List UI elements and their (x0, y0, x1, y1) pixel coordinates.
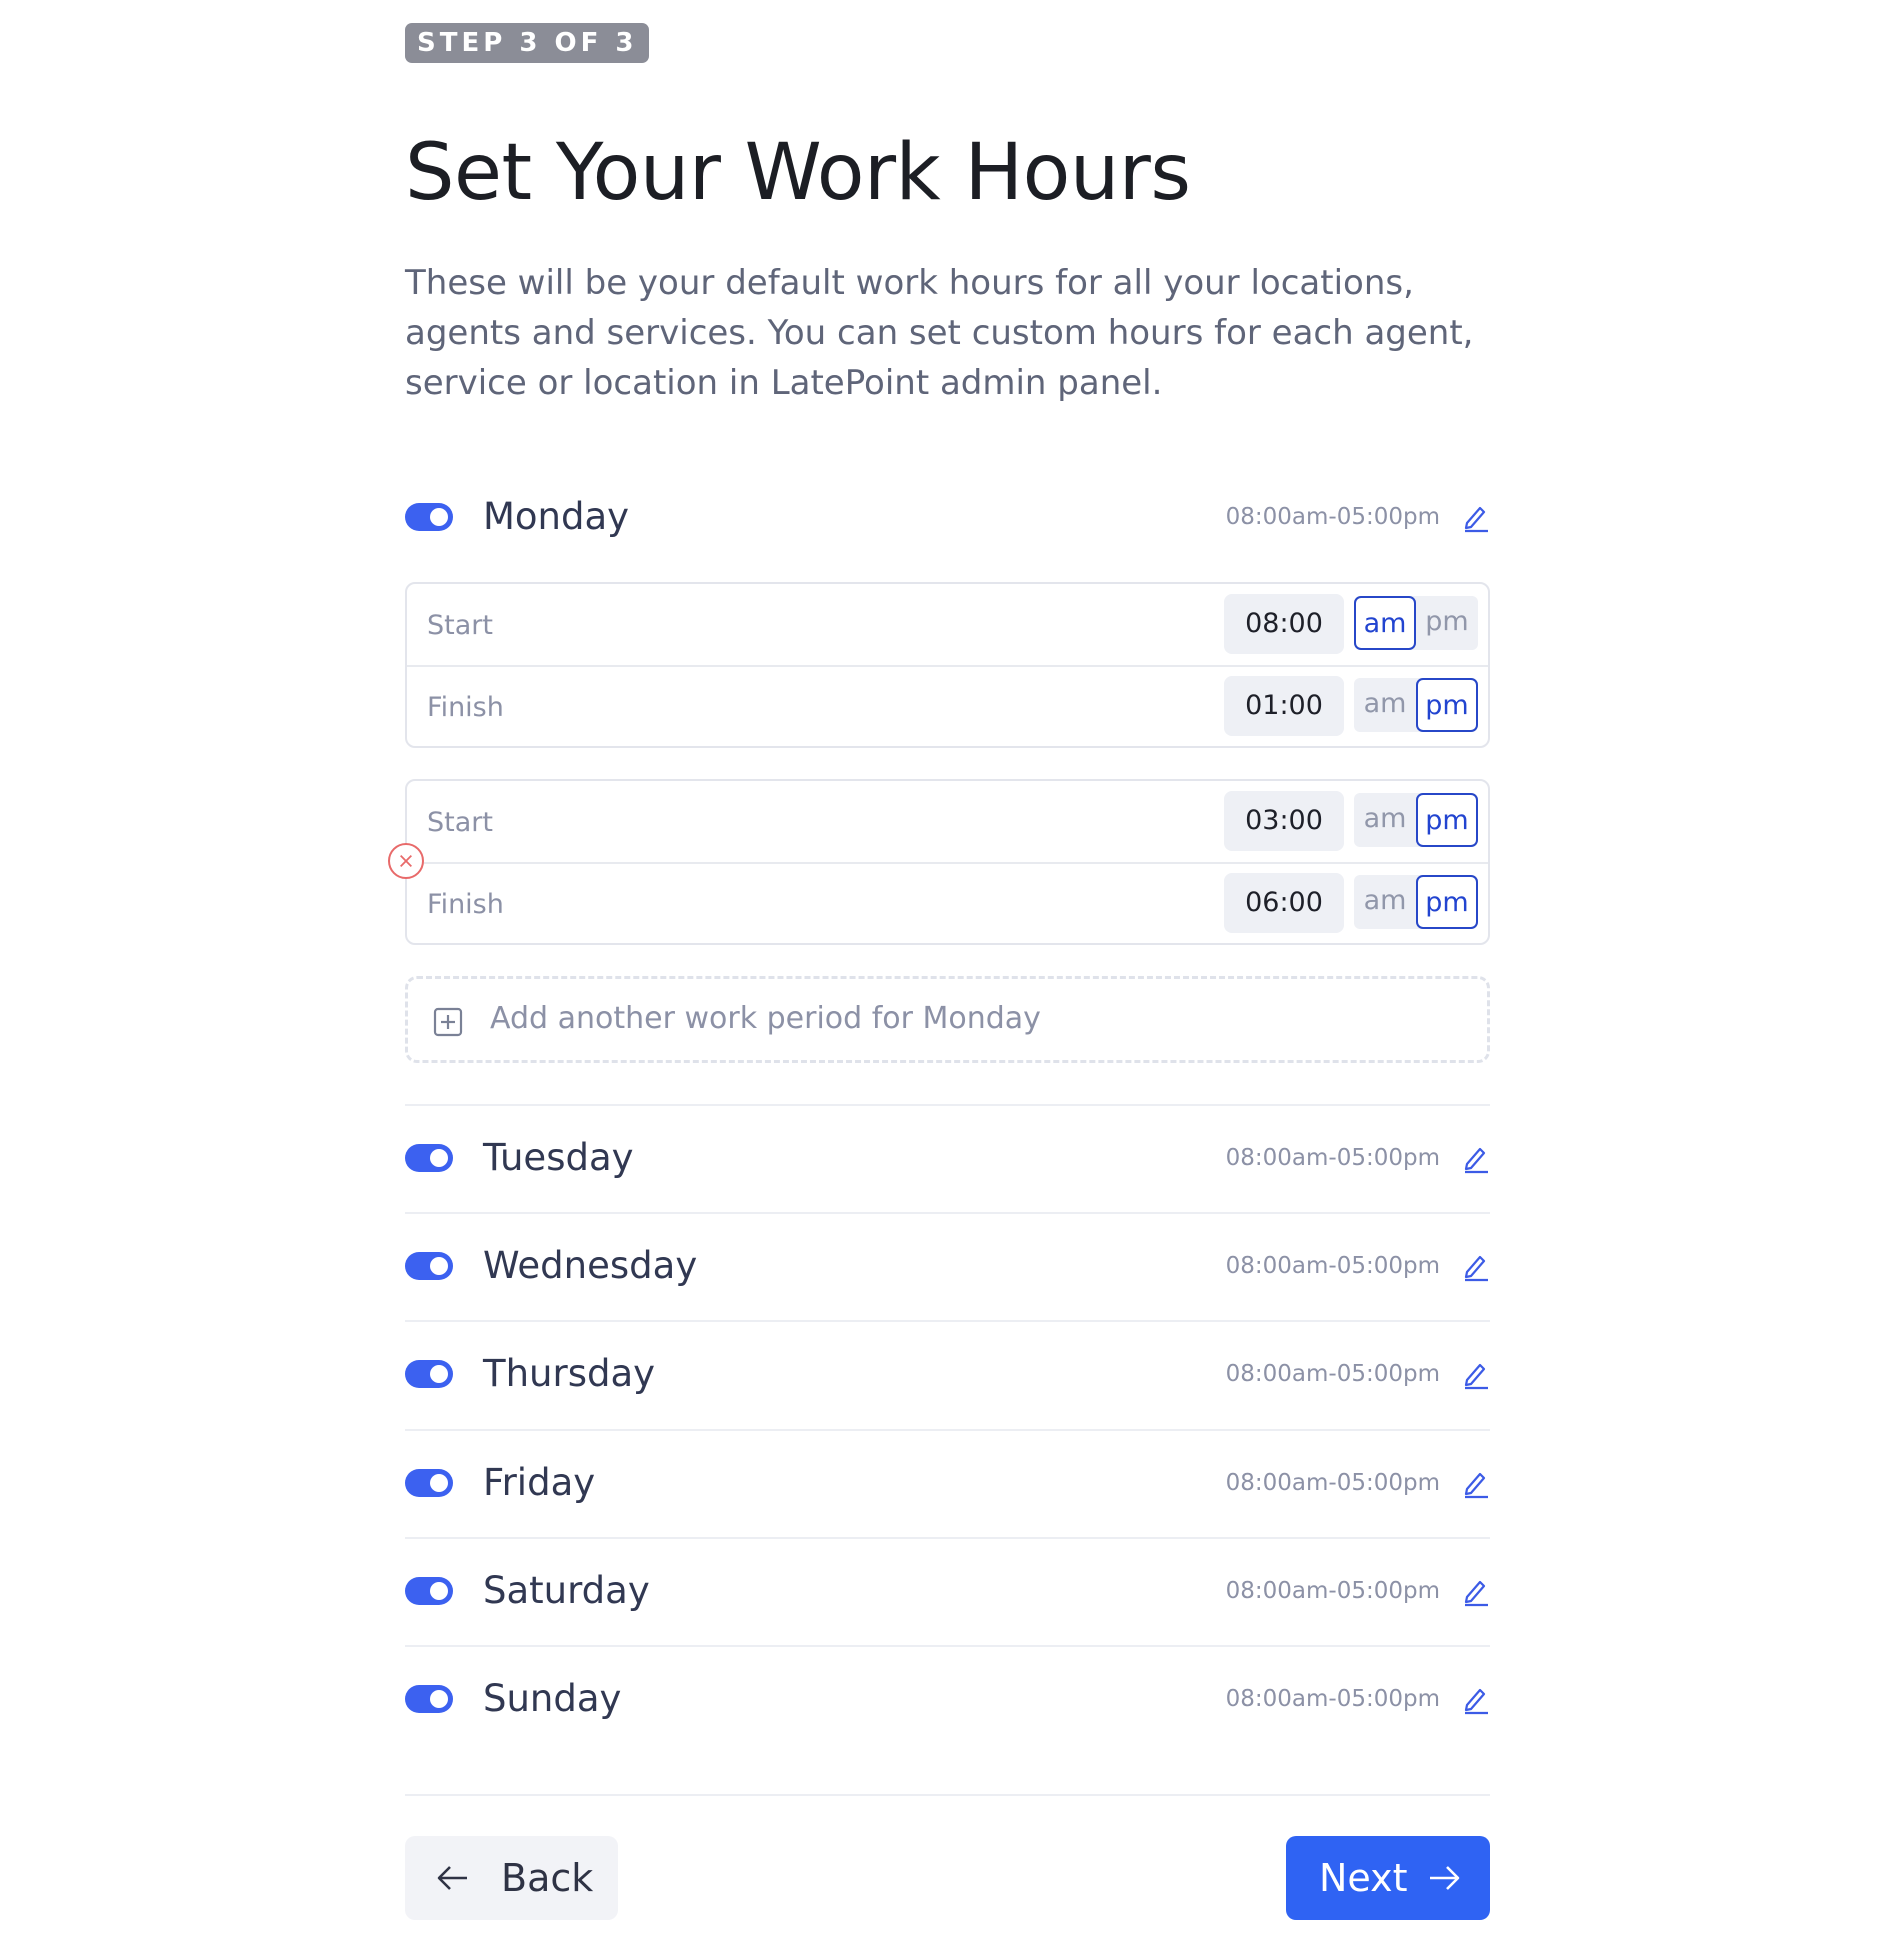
am-option[interactable]: am (1354, 793, 1416, 847)
day-hours-monday: 08:00am-05:00pm (1225, 504, 1440, 530)
toggle-knob (430, 1474, 448, 1492)
page-title: Set Your Work Hours (405, 128, 1191, 218)
next-label: Next (1319, 1856, 1408, 1900)
day-name-wednesday: Wednesday (483, 1244, 698, 1287)
day-hours-thursday: 08:00am-05:00pm (1225, 1361, 1440, 1387)
finish-time-input[interactable]: 06:00 (1224, 873, 1344, 933)
page-description: These will be your default work hours fo… (405, 263, 1474, 403)
start-label: Start (427, 610, 493, 641)
finish-time-input[interactable]: 01:00 (1224, 676, 1344, 736)
finish-label: Finish (427, 889, 504, 920)
pm-option[interactable]: pm (1416, 596, 1478, 650)
pencil-icon[interactable] (1462, 499, 1490, 533)
pencil-icon[interactable] (1462, 1248, 1490, 1282)
day-name-friday: Friday (483, 1461, 596, 1504)
day-toggle-friday[interactable] (405, 1469, 453, 1497)
pencil-icon[interactable] (1462, 1356, 1490, 1390)
meridiem-toggle: am pm (1354, 875, 1478, 929)
close-circle-icon[interactable] (388, 843, 424, 879)
day-name-sunday: Sunday (483, 1677, 622, 1720)
divider (405, 1212, 1490, 1214)
divider (405, 1104, 1490, 1106)
back-label: Back (501, 1856, 594, 1900)
day-name-saturday: Saturday (483, 1569, 650, 1612)
meridiem-toggle: am pm (1354, 596, 1478, 650)
day-name-thursday: Thursday (483, 1352, 656, 1395)
day-toggle-saturday[interactable] (405, 1577, 453, 1605)
day-toggle-thursday[interactable] (405, 1360, 453, 1388)
arrow-left-icon (437, 1866, 467, 1890)
meridiem-toggle: am pm (1354, 793, 1478, 847)
plus-square-icon (433, 1007, 463, 1037)
day-hours-wednesday: 08:00am-05:00pm (1225, 1253, 1440, 1279)
day-toggle-wednesday[interactable] (405, 1252, 453, 1280)
footer-divider (405, 1794, 1490, 1796)
period-finish-row: Finish 01:00 am pm (407, 666, 1488, 748)
divider (405, 1537, 1490, 1539)
am-option[interactable]: am (1354, 678, 1416, 732)
divider (405, 1429, 1490, 1431)
day-name-monday: Monday (483, 495, 630, 538)
day-hours-sunday: 08:00am-05:00pm (1225, 1686, 1440, 1712)
finish-label: Finish (427, 692, 504, 723)
am-option[interactable]: am (1354, 875, 1416, 929)
toggle-knob (430, 1365, 448, 1383)
day-hours-friday: 08:00am-05:00pm (1225, 1470, 1440, 1496)
day-toggle-sunday[interactable] (405, 1685, 453, 1713)
start-time-input[interactable]: 03:00 (1224, 791, 1344, 851)
pm-option[interactable]: pm (1416, 875, 1478, 929)
pencil-icon[interactable] (1462, 1573, 1490, 1607)
pencil-icon[interactable] (1462, 1140, 1490, 1174)
divider (405, 1645, 1490, 1647)
period-finish-row: Finish 06:00 am pm (407, 863, 1488, 945)
period-start-row: Start 03:00 am pm (407, 781, 1488, 863)
toggle-knob (430, 1149, 448, 1167)
add-period-label: Add another work period for Monday (490, 1001, 1041, 1036)
toggle-knob (430, 1257, 448, 1275)
am-option[interactable]: am (1354, 596, 1416, 650)
work-period-2: Start 03:00 am pm Finish 06:00 am pm (405, 779, 1490, 945)
toggle-knob (430, 1690, 448, 1708)
start-time-input[interactable]: 08:00 (1224, 594, 1344, 654)
day-name-tuesday: Tuesday (483, 1136, 634, 1179)
step-badge: STEP 3 OF 3 (405, 23, 650, 63)
divider (405, 1320, 1490, 1322)
add-work-period-button[interactable]: Add another work period for Monday (405, 976, 1490, 1063)
next-button[interactable]: Next (1286, 1836, 1490, 1920)
work-period-1: Start 08:00 am pm Finish 01:00 am pm (405, 582, 1490, 748)
meridiem-toggle: am pm (1354, 678, 1478, 732)
period-start-row: Start 08:00 am pm (407, 584, 1488, 666)
pm-option[interactable]: pm (1416, 678, 1478, 732)
day-toggle-tuesday[interactable] (405, 1144, 453, 1172)
back-button[interactable]: Back (405, 1836, 618, 1920)
day-toggle-monday[interactable] (405, 503, 453, 531)
day-hours-saturday: 08:00am-05:00pm (1225, 1578, 1440, 1604)
toggle-knob (430, 508, 448, 526)
toggle-knob (430, 1582, 448, 1600)
day-hours-tuesday: 08:00am-05:00pm (1225, 1145, 1440, 1171)
arrow-right-icon (1430, 1866, 1460, 1890)
start-label: Start (427, 807, 493, 838)
pm-option[interactable]: pm (1416, 793, 1478, 847)
pencil-icon[interactable] (1462, 1681, 1490, 1715)
pencil-icon[interactable] (1462, 1465, 1490, 1499)
